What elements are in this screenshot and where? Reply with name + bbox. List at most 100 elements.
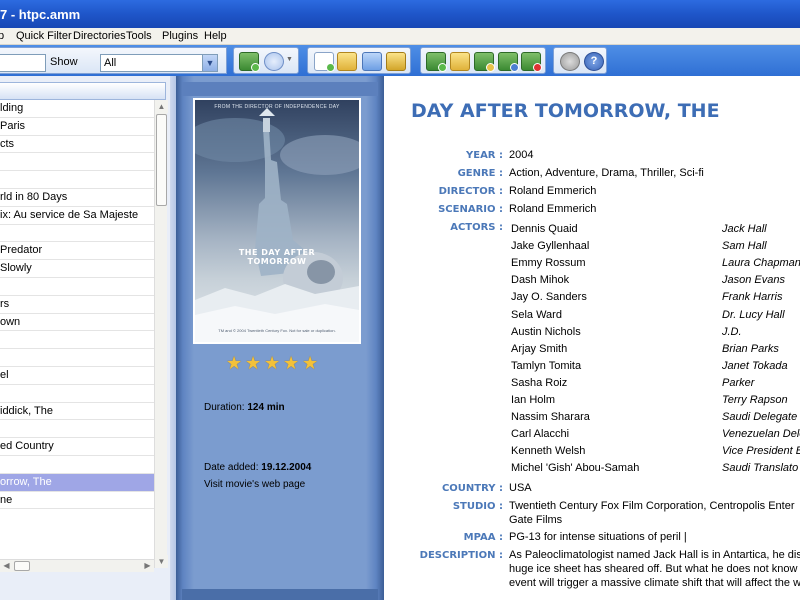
menu-item-quick-filter[interactable]: Quick Filter bbox=[16, 30, 72, 42]
duration-label: Duration: bbox=[204, 402, 245, 413]
search-input[interactable] bbox=[0, 54, 46, 72]
scan-icon[interactable] bbox=[362, 52, 382, 71]
menu-bar: p Quick Filter Directories Tools Plugins… bbox=[0, 28, 800, 45]
page-add-icon[interactable] bbox=[314, 52, 335, 72]
menu-item-help[interactable]: Help bbox=[204, 30, 227, 42]
poster-title-line2: TOMORROW bbox=[247, 257, 307, 266]
duration-row: Duration: 124 min bbox=[204, 402, 285, 413]
actor-name: Michel 'Gish' Abou-Samah bbox=[511, 462, 640, 475]
actor-name: Tamlyn Tomita bbox=[511, 359, 582, 372]
play-icon[interactable] bbox=[264, 52, 284, 71]
list-item[interactable]: Slowly bbox=[0, 260, 154, 278]
list-item[interactable]: Predator bbox=[0, 242, 154, 261]
list-item[interactable]: orrow, The bbox=[0, 473, 154, 492]
web-page-link[interactable]: Visit movie's web page bbox=[204, 479, 305, 490]
key-icon[interactable] bbox=[386, 52, 406, 71]
actor-role: Jack Hall bbox=[722, 223, 767, 235]
scenario-label: SCENARIO : bbox=[438, 204, 503, 215]
actor-name: Nassim Sharara bbox=[511, 411, 590, 424]
list-item[interactable]: iddick, The bbox=[0, 403, 154, 421]
list-item[interactable] bbox=[0, 331, 154, 350]
description-label: DESCRIPTION : bbox=[419, 550, 503, 561]
show-filter-select[interactable]: All ▼ bbox=[100, 54, 218, 72]
list-item[interactable] bbox=[0, 420, 154, 439]
film-new-icon[interactable] bbox=[426, 52, 447, 72]
folder-open-icon[interactable] bbox=[337, 52, 357, 71]
actor-name: Sela Ward bbox=[511, 308, 562, 321]
studio-value-line1: Twentieth Century Fox Film Corporation, … bbox=[509, 500, 795, 512]
list-item[interactable]: cts bbox=[0, 136, 154, 154]
vertical-scrollbar[interactable]: ▲ ▼ bbox=[154, 100, 168, 568]
date-added-label: Date added: bbox=[204, 462, 259, 473]
actor-role: Terry Rapson bbox=[722, 394, 788, 406]
list-item[interactable]: ne bbox=[0, 492, 154, 510]
director-label: DIRECTOR : bbox=[438, 186, 503, 197]
list-item[interactable]: lding bbox=[0, 100, 154, 118]
duration-value: 124 min bbox=[247, 402, 285, 413]
list-item[interactable]: ix: Au service de Sa Majeste bbox=[0, 207, 154, 225]
genre-label: GENRE : bbox=[457, 168, 503, 179]
studio-label: STUDIO : bbox=[452, 501, 503, 512]
chevron-down-icon[interactable]: ▼ bbox=[202, 55, 217, 71]
year-label: YEAR : bbox=[466, 150, 503, 161]
star-icon: ★ bbox=[302, 353, 319, 373]
scenario-value: Roland Emmerich bbox=[509, 203, 597, 215]
mpaa-value: PG-13 for intense situations of peril | bbox=[509, 531, 687, 543]
list-item[interactable]: own bbox=[0, 314, 154, 332]
list-item[interactable] bbox=[0, 278, 154, 296]
film-add-icon[interactable] bbox=[239, 52, 260, 72]
scroll-down-icon[interactable]: ▼ bbox=[155, 555, 168, 568]
film-edit-icon[interactable] bbox=[474, 52, 495, 72]
movie-title: DAY AFTER TOMORROW, THE bbox=[411, 100, 720, 122]
play-dropdown-icon[interactable]: ▼ bbox=[286, 56, 293, 63]
playback-toolbar-group: ▼ bbox=[233, 47, 299, 74]
scroll-thumb[interactable] bbox=[156, 114, 167, 206]
menu-item-plugins[interactable]: Plugins bbox=[162, 30, 198, 42]
list-item[interactable]: Paris bbox=[0, 118, 154, 136]
list-item[interactable]: el bbox=[0, 367, 154, 385]
folder-icon[interactable] bbox=[450, 52, 470, 71]
film-delete-icon[interactable] bbox=[521, 52, 542, 72]
movie-poster[interactable]: FROM THE DIRECTOR OF INDEPENDENCE DAY TH… bbox=[193, 98, 361, 344]
menu-item-tools[interactable]: Tools bbox=[126, 30, 152, 42]
actor-name: Dash Mihok bbox=[511, 274, 570, 287]
show-filter-value: All bbox=[104, 57, 117, 69]
poster-title: THE DAY AFTER TOMORROW bbox=[195, 248, 359, 266]
poster-column-footer bbox=[182, 589, 378, 600]
poster-column: FROM THE DIRECTOR OF INDEPENDENCE DAY TH… bbox=[176, 76, 384, 600]
hscroll-thumb[interactable] bbox=[14, 561, 30, 571]
date-added-value: 19.12.2004 bbox=[261, 462, 312, 473]
actor-role: Dr. Lucy Hall bbox=[722, 308, 785, 321]
actor-role: Brian Parks bbox=[722, 342, 779, 355]
actor-name: Carl Alacchi bbox=[511, 428, 570, 441]
list-item[interactable]: rld in 80 Days bbox=[0, 189, 154, 207]
misc-toolbar-group: ? bbox=[553, 47, 607, 74]
scroll-up-icon[interactable]: ▲ bbox=[155, 100, 168, 113]
list-item[interactable] bbox=[0, 153, 154, 172]
scroll-right-icon[interactable]: ▶ bbox=[141, 560, 154, 572]
horizontal-scrollbar[interactable]: ◀ ▶ bbox=[0, 559, 154, 572]
help-icon[interactable]: ? bbox=[584, 52, 604, 71]
film-refresh-icon[interactable] bbox=[498, 52, 519, 72]
actor-name: Jake Gyllenhaal bbox=[511, 240, 590, 253]
rating-stars[interactable]: ★ ★ ★ ★ ★ bbox=[226, 354, 326, 372]
list-item[interactable]: rs bbox=[0, 296, 154, 314]
list-item[interactable]: ed Country bbox=[0, 438, 154, 456]
scroll-left-icon[interactable]: ◀ bbox=[0, 560, 13, 572]
movie-list[interactable]: lding Paris cts rld in 80 Days ix: Au servic… bbox=[0, 100, 154, 568]
menu-item-partial[interactable]: p bbox=[0, 30, 4, 42]
studio-value-line2: Gate Films bbox=[509, 514, 563, 526]
list-item[interactable] bbox=[0, 171, 154, 189]
actor-role: Janet Tokada bbox=[722, 359, 788, 372]
genre-value: Action, Adventure, Drama, Thriller, Sci-… bbox=[509, 167, 704, 179]
settings-icon[interactable] bbox=[560, 52, 580, 71]
list-header[interactable] bbox=[0, 82, 166, 100]
actor-role: Venezuelan Dele bbox=[722, 428, 800, 441]
menu-item-directories[interactable]: Directories bbox=[73, 30, 126, 42]
list-item[interactable] bbox=[0, 225, 154, 243]
list-item[interactable] bbox=[0, 349, 154, 367]
list-item[interactable] bbox=[0, 456, 154, 474]
actor-role: Vice President B bbox=[722, 445, 800, 458]
country-label: COUNTRY : bbox=[441, 483, 503, 494]
list-item[interactable] bbox=[0, 385, 154, 403]
